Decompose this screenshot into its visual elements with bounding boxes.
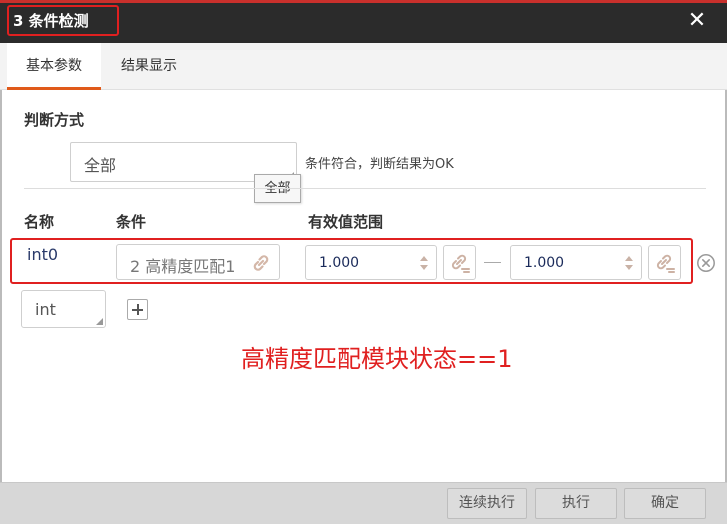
dialog-left-edge [0, 90, 2, 524]
annotation-text: 高精度匹配模块状态==1 [241, 345, 513, 373]
judge-mode-hint: 条件符合，判断结果为OK [305, 157, 454, 172]
section-divider [24, 188, 706, 189]
tab-basic-params[interactable]: 基本参数 [7, 43, 101, 90]
column-header-range: 有效值范围 [308, 213, 384, 231]
variable-type-select[interactable]: int [21, 290, 106, 328]
close-button[interactable]: ✕ [686, 8, 708, 34]
range-min-input[interactable]: 1.000 [305, 245, 437, 280]
continuous-run-button[interactable]: 连续执行 [447, 488, 527, 519]
judge-mode-label: 判断方式 [24, 111, 85, 129]
row-variable-name: int0 [27, 245, 59, 264]
confirm-button[interactable]: 确定 [624, 488, 706, 519]
link-icon[interactable] [250, 252, 272, 274]
corner-resize-icon [96, 318, 103, 325]
remove-circle-icon [696, 254, 716, 277]
range-max-value: 1.000 [524, 255, 565, 271]
range-separator [484, 262, 501, 263]
judge-mode-value: 全部 [84, 156, 117, 175]
range-max-input[interactable]: 1.000 [510, 245, 642, 280]
close-icon[interactable]: ✕ [688, 8, 706, 33]
dialog-footer [0, 482, 727, 524]
spinner-icon[interactable] [418, 252, 430, 274]
tab-result-display[interactable]: 结果显示 [104, 43, 194, 90]
range-min-bind-button[interactable] [443, 245, 476, 280]
dialog-title: 3 条件检测 [13, 12, 89, 30]
column-header-condition: 条件 [116, 213, 147, 231]
variable-type-value: int [35, 300, 56, 319]
add-condition-button[interactable] [127, 299, 148, 320]
run-button[interactable]: 执行 [535, 488, 617, 519]
remove-row-button[interactable] [696, 253, 716, 273]
range-max-bind-button[interactable] [648, 245, 681, 280]
tab-bar: 基本参数 结果显示 [0, 43, 727, 90]
column-header-name: 名称 [24, 213, 55, 231]
range-min-value: 1.000 [319, 255, 360, 271]
spinner-icon[interactable] [623, 252, 635, 274]
